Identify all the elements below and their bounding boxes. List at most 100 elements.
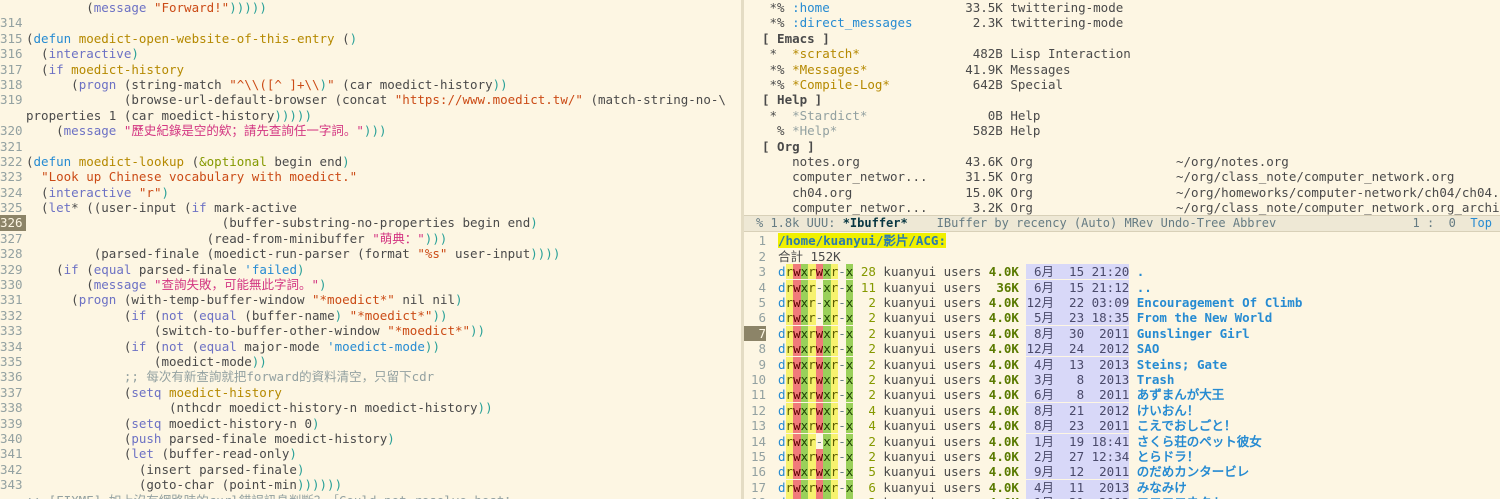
dired-entry[interactable]: 10 drwxrwxr-x 2 kuanyui users 4.0K 3月 8 2…: [744, 371, 1500, 387]
code-line[interactable]: (message "Forward!"))))): [0, 0, 741, 15]
code-line[interactable]: ;; [FIXME] 如上沒有網路時的curl錯誤訊息判斷？［Could not…: [0, 493, 741, 499]
dired-line-number: 18: [744, 495, 766, 499]
line-number: 318: [0, 76, 23, 92]
code-line[interactable]: 323 "Look up Chinese vocabulary with moe…: [0, 169, 741, 184]
line-number: 327: [0, 230, 23, 246]
dired-entry[interactable]: 8 drwxrwxr-x 2 kuanyui users 4.0K 12月 24 …: [744, 341, 1500, 357]
code-line[interactable]: 331 (progn (with-temp-buffer-window "*mo…: [0, 292, 741, 307]
code-line[interactable]: 318 (progn (string-match "^\\([^ ]+\\)" …: [0, 77, 741, 92]
code-line[interactable]: 341 (let (buffer-read-only): [0, 446, 741, 461]
code-text: (progn (with-temp-buffer-window "*moedic…: [26, 292, 463, 308]
code-line[interactable]: 336 ;; 每次有新查詢就把forward的資料清空，只留下cdr: [0, 369, 741, 384]
dired-line-content: drwxrwxr-x 2 kuanyui users 4.0K 8月 30 20…: [778, 325, 1250, 341]
line-number: 337: [0, 384, 23, 400]
code-line[interactable]: 324 (interactive "r"): [0, 185, 741, 200]
ibuffer-entry[interactable]: ch04.org 15.0K Org ~/org/homeworks/compu…: [744, 185, 1500, 200]
code-line[interactable]: 342 (insert parsed-finale): [0, 462, 741, 477]
code-line[interactable]: 333 (switch-to-buffer-other-window "*moe…: [0, 323, 741, 338]
code-line[interactable]: 327 (read-from-minibuffer "萌典："))): [0, 231, 741, 246]
code-text: (if (not (equal (buffer-name) "*moedict*…: [26, 307, 448, 323]
line-number: 319: [0, 92, 23, 108]
code-line[interactable]: 316 (interactive): [0, 46, 741, 61]
dired-line-number: 2: [758, 248, 766, 264]
code-line[interactable]: 335 (moedict-mode)): [0, 354, 741, 369]
code-text: (setq moedict-history: [26, 384, 282, 400]
line-number: 342: [0, 461, 23, 477]
code-text: (browse-url-default-browser (concat "htt…: [26, 92, 726, 108]
ibuffer-group-header[interactable]: [ Org ]: [744, 139, 1500, 154]
code-line[interactable]: 315 (defun moedict-open-website-of-this-e…: [0, 31, 741, 46]
line-number: 336: [0, 369, 23, 385]
dired-window[interactable]: 1/home/kuanyui/影片/ACG: 2 合計 152K 3 drwxrwxr-…: [744, 232, 1500, 499]
ibuffer-entry[interactable]: * *Stardict* 0B Help: [744, 108, 1500, 123]
code-line[interactable]: 319 (browse-url-default-browser (concat …: [0, 92, 741, 107]
dired-entry[interactable]: 15 drwxrwxr-x 2 kuanyui users 4.0K 2月 27 …: [744, 448, 1500, 464]
code-line[interactable]: 338 (nthcdr moedict-history-n moedict-hi…: [0, 400, 741, 415]
code-line[interactable]: 339 (setq moedict-history-n 0): [0, 416, 741, 431]
code-text: (message "歷史紀錄是空的欸；請先查詢任一字詞。"))): [26, 123, 387, 139]
ibuffer-group-header[interactable]: [ Help ]: [744, 92, 1500, 107]
dired-entry[interactable]: 5 drwxr-xr-x 2 kuanyui users 4.0K 12月 22 …: [744, 295, 1500, 311]
ibuffer-entry[interactable]: *% *Compile-Log* 642B Special: [744, 77, 1500, 92]
modeline-status: % 1.8k UUU:: [756, 216, 843, 231]
line-number: 315: [0, 30, 23, 46]
code-editor-pane[interactable]: (message "Forward!"))))) 314 315 (defun moe…: [0, 0, 741, 499]
code-line[interactable]: 321: [0, 139, 741, 154]
ibuffer-group-header[interactable]: [ Emacs ]: [744, 31, 1500, 46]
dired-entry[interactable]: 3 drwxrwxr-x 28 kuanyui users 4.0K 6月 15 …: [744, 264, 1500, 280]
dired-entry[interactable]: 18 drwxrwxr-x 2 kuanyui users 4.0K 1月 31 …: [744, 495, 1500, 499]
line-number: 338: [0, 400, 23, 416]
code-line[interactable]: 334 (if (not (equal major-mode 'moedict-…: [0, 339, 741, 354]
code-line[interactable]: 325 (let* ((user-input (if mark-active: [0, 200, 741, 215]
ibuffer-entry[interactable]: *% :direct_messages 2.3K twittering-mode: [744, 15, 1500, 30]
code-line[interactable]: properties 1 (car moedict-history))))): [0, 108, 741, 123]
line-number: 316: [0, 46, 23, 62]
dired-entry[interactable]: 12 drwxrwxr-x 4 kuanyui users 4.0K 8月 21 …: [744, 402, 1500, 418]
dired-entry[interactable]: 9 drwxrwxr-x 2 kuanyui users 4.0K 4月 13 2…: [744, 356, 1500, 372]
dired-path-header[interactable]: 1/home/kuanyui/影片/ACG:: [744, 233, 1500, 249]
code-line[interactable]: 340 (push parsed-finale moedict-history): [0, 431, 741, 446]
modeline-position: 1 : 0 Top: [1412, 216, 1493, 231]
dired-entry[interactable]: 7 drwxrwxr-x 2 kuanyui users 4.0K 8月 30 2…: [744, 325, 1500, 342]
code-line[interactable]: 330 (message "查詢失敗，可能無此字詞。"): [0, 277, 741, 292]
ibuffer-entry[interactable]: *% *Messages* 41.9K Messages: [744, 62, 1500, 77]
code-line[interactable]: 322 (defun moedict-lookup (&optional begi…: [0, 154, 741, 169]
dired-entry[interactable]: 13 drwxrwxr-x 4 kuanyui users 4.0K 8月 23 …: [744, 418, 1500, 434]
ibuffer-entry[interactable]: notes.org 43.6K Org ~/org/notes.org: [744, 154, 1500, 169]
ibuffer-entry[interactable]: % *Help* 582B Help: [744, 123, 1500, 138]
line-number: 328: [0, 246, 23, 262]
ibuffer-entry[interactable]: *% :home 33.5K twittering-mode: [744, 0, 1500, 15]
dired-entry[interactable]: 14 drwxr-xr-x 2 kuanyui users 4.0K 1月 19 …: [744, 433, 1500, 449]
dired-total[interactable]: 2 合計 152K: [744, 249, 1500, 264]
ibuffer-window[interactable]: *% :home 33.5K twittering-mode *% :direc…: [744, 0, 1500, 215]
code-line[interactable]: 320 (message "歷史紀錄是空的欸；請先查詢任一字詞。"))): [0, 123, 741, 138]
dired-line-content: drwxrwxr-x 2 kuanyui users 4.0K 6月 8 201…: [778, 387, 1225, 403]
dired-entry[interactable]: 4 drwxr-xr-x 11 kuanyui users 36K 6月 15 2…: [744, 279, 1500, 295]
code-line[interactable]: 314: [0, 15, 741, 30]
code-line[interactable]: 332 (if (not (equal (buffer-name) "*moed…: [0, 308, 741, 323]
dired-entry[interactable]: 16 drwxrwxr-x 5 kuanyui users 4.0K 9月 12 …: [744, 464, 1500, 480]
code-text: (interactive): [26, 46, 139, 62]
ibuffer-entry[interactable]: * *scratch* 482B Lisp Interaction: [744, 46, 1500, 61]
dired-line-number: 9: [758, 356, 766, 372]
code-text: (goto-char (point-min)))))): [26, 477, 343, 493]
ibuffer-entry[interactable]: computer_networ... 31.5K Org ~/org/class…: [744, 169, 1500, 184]
code-line[interactable]: 337 (setq moedict-history: [0, 385, 741, 400]
line-number: 331: [0, 292, 23, 308]
dired-line-content: drwxr-xr-x 2 kuanyui users 4.0K 1月 19 18…: [778, 433, 1262, 449]
dired-entry[interactable]: 11 drwxrwxr-x 2 kuanyui users 4.0K 6月 8 2…: [744, 387, 1500, 403]
code-line[interactable]: 326 (buffer-substring-no-properties begi…: [0, 215, 741, 231]
code-text: (nthcdr moedict-history-n moedict-histor…: [26, 400, 493, 416]
dired-entry[interactable]: 17 drwxrwxr-x 6 kuanyui users 4.0K 4月 11 …: [744, 479, 1500, 495]
code-text: (if (equal parsed-finale 'failed): [26, 261, 305, 277]
code-line[interactable]: 317 (if moedict-history: [0, 62, 741, 77]
code-line[interactable]: 328 (parsed-finale (moedict-run-parser (…: [0, 246, 741, 261]
code-line[interactable]: 343 (goto-char (point-min)))))): [0, 477, 741, 492]
dired-entry[interactable]: 6 drwxr-xr-x 2 kuanyui users 4.0K 5月 23 1…: [744, 310, 1500, 326]
ibuffer-entry[interactable]: computer_networ... 3.2K Org ~/org/class_…: [744, 200, 1500, 215]
dired-line-content: drwxrwxr-x 2 kuanyui users 4.0K 2月 27 12…: [778, 448, 1200, 464]
dired-line-number: 17: [750, 479, 766, 495]
code-line[interactable]: 329 (if (equal parsed-finale 'failed): [0, 262, 741, 277]
code-text: (defun moedict-lookup (&optional begin e…: [26, 153, 350, 169]
line-number: 341: [0, 446, 23, 462]
